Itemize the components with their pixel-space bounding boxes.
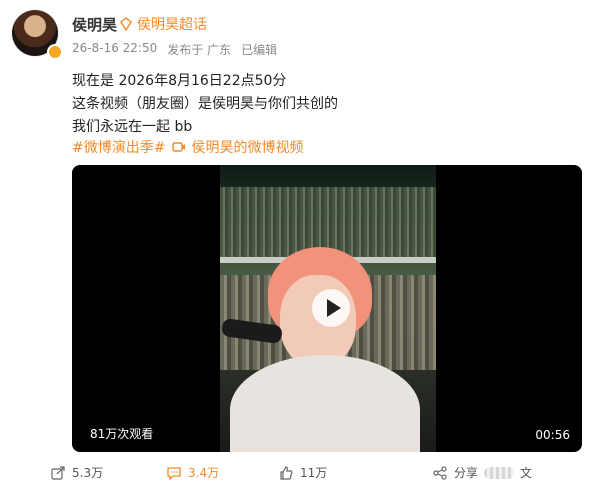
share-to-label: 分享: [454, 466, 479, 480]
comment-icon: [167, 466, 181, 481]
topic-tag[interactable]: #微博演出季#: [72, 137, 165, 157]
video-duration: 00:56: [535, 428, 570, 442]
video-link[interactable]: 侯明昊的微博视频: [171, 137, 303, 157]
content-line: 现在是 2026年8月16日22点50分: [72, 73, 287, 89]
content-line: 我们永远在一起 bb: [72, 119, 193, 135]
comment-count: 3.4万: [188, 466, 220, 480]
share-count: 5.3万: [72, 466, 104, 480]
username[interactable]: 侯明昊: [72, 14, 117, 35]
like-button[interactable]: 11万: [278, 464, 327, 481]
share-button[interactable]: 5.3万: [50, 464, 103, 481]
post-date: 26-8-16 22:50: [72, 41, 158, 55]
supertopic-link[interactable]: 侯明昊超话: [118, 14, 207, 34]
supertopic-label: 侯明昊超话: [137, 17, 207, 33]
share-to-icon: [433, 465, 447, 480]
edited-label: 已编辑: [241, 43, 278, 57]
like-count: 11万: [300, 466, 328, 480]
view-count: 81万次观看: [90, 427, 154, 441]
comment-button[interactable]: 3.4万: [166, 464, 219, 481]
like-icon: [280, 465, 293, 480]
video-link-label: 侯明昊的微博视频: [191, 140, 304, 156]
content-line: 这条视频（朋友圈）是侯明昊与你们共创的: [72, 96, 338, 112]
post-meta: 26-8-16 22:50 发布于 广东 已编辑: [72, 41, 277, 58]
action-bar: 5.3万 3.4万 11万 分享 文: [0, 455, 600, 489]
post-location: 发布于 广东: [167, 43, 232, 57]
post-content: 现在是 2026年8月16日22点50分 这条视频（朋友圈）是侯明昊与你们共创的…: [72, 70, 338, 139]
share-to-button[interactable]: 分享 文: [432, 464, 532, 481]
video-icon: [172, 142, 186, 152]
post-tags: #微博演出季# 侯明昊的微博视频: [72, 137, 303, 157]
share-to-suffix: 文: [520, 466, 533, 480]
diamond-icon: [120, 17, 132, 32]
play-button[interactable]: [312, 289, 350, 327]
verified-badge: [47, 44, 63, 60]
video-player[interactable]: 81万次观看 00:56: [72, 165, 582, 452]
watermark-blur: [484, 466, 515, 479]
share-icon: [51, 465, 65, 480]
